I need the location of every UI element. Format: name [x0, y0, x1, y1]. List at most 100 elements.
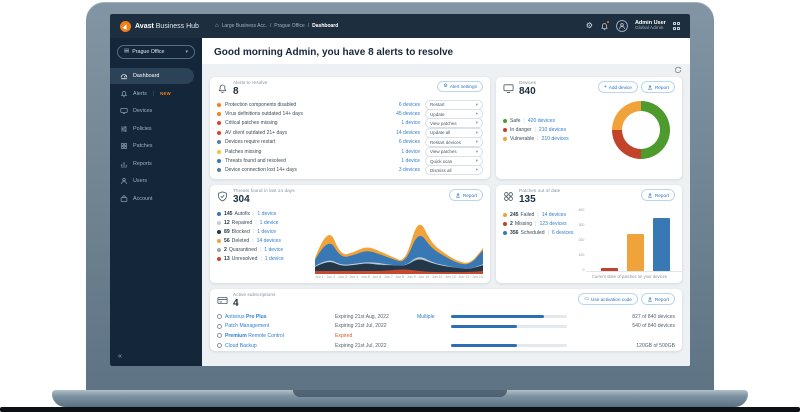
patches-legend: 245 Failed | 14 devices 2 Missing | 123 … [503, 208, 573, 279]
alerts-card: Alerts to resolve 8 ⚙ Alert settings Pro… [210, 77, 490, 179]
avatar[interactable] [615, 20, 628, 32]
alert-devices-link[interactable]: 1 device [370, 149, 420, 155]
alert-devices-link[interactable]: 14 devices [370, 130, 420, 136]
legend-device-link[interactable]: 1 device [265, 256, 284, 262]
legend-label: Missing [514, 220, 533, 227]
legend-separator: | [253, 210, 255, 217]
notifications-bell-icon[interactable] [600, 20, 611, 31]
legend-item: 2 Missing | 123 devices [503, 219, 573, 228]
apps-icon[interactable] [672, 22, 680, 30]
legend-device-link[interactable]: 14 devices [257, 238, 281, 244]
account-icon [120, 194, 128, 203]
subscription-name-link[interactable]: Premium Remote Control [217, 333, 335, 339]
download-icon [647, 192, 653, 198]
breadcrumb-item[interactable]: Large Business Acc. [222, 23, 267, 29]
legend-separator: | [260, 255, 262, 262]
users-icon [120, 177, 128, 185]
alert-label: Threats found and resolved [225, 158, 286, 165]
alert-devices-link[interactable]: 45 devices [370, 111, 420, 117]
chevron-down-icon: ▾ [475, 158, 478, 164]
shield-check-icon [217, 191, 228, 202]
sidebar-item-devices[interactable]: Devices [110, 103, 194, 119]
devices-report-button[interactable]: Report [640, 81, 675, 93]
subscription-name-link[interactable]: Cloud Backup [217, 343, 335, 349]
alert-devices-link[interactable]: 6 devices [370, 102, 420, 108]
user-menu[interactable]: Admin User Global Admin [635, 20, 666, 32]
add-device-button[interactable]: + Add device [597, 81, 638, 93]
x-tick-label: Jun 3 [337, 275, 347, 279]
alert-devices-link[interactable]: 1 device [370, 158, 420, 164]
subscription-name-link[interactable]: Patch Management [217, 323, 335, 329]
x-tick-label: Jun 1 [315, 275, 324, 279]
sidebar-item-dashboard[interactable]: Dashboard [110, 68, 194, 84]
y-tick-label: 200 [578, 238, 585, 242]
org-selector[interactable]: ▤ Prague Office ▾ [117, 45, 195, 59]
settings-gear-icon[interactable]: ⚙ [586, 22, 593, 30]
sidebar-item-policies[interactable]: Policies [110, 121, 194, 137]
legend-device-link[interactable]: 210 devices [542, 136, 569, 142]
legend-device-link[interactable]: 210 devices [539, 127, 566, 133]
alert-action-select[interactable]: View patches ▾ [425, 118, 483, 129]
alert-devices-link[interactable]: 6 devices [370, 139, 420, 145]
alert-action-select[interactable]: Dismiss all ▾ [425, 165, 483, 176]
alert-severity-icon [217, 112, 221, 117]
legend-device-link[interactable]: 1 device [257, 211, 276, 217]
alert-label: Patches missing [225, 148, 262, 155]
sidebar-item-account[interactable]: Account [110, 191, 194, 207]
legend-separator: | [252, 237, 254, 244]
page-title: Good morning Admin, you have 8 alerts to… [214, 47, 454, 58]
legend-device-link[interactable]: 6 devices [552, 230, 574, 236]
legend-value: 2 [224, 246, 227, 253]
topbar-actions: ⚙ Admin User Global Admin [586, 20, 680, 32]
subscription-name-link[interactable]: Antivirus Pro Plus [217, 314, 335, 320]
patches-report-button[interactable]: Report [640, 189, 675, 201]
subscription-icon [217, 314, 222, 320]
subscription-multiple-link[interactable]: Multiple [417, 314, 451, 320]
threats-report-button[interactable]: Report [448, 189, 483, 201]
alert-severity-icon [217, 140, 221, 145]
sidebar-item-users[interactable]: Users [110, 173, 194, 189]
building-icon: ▤ [124, 48, 130, 55]
home-icon[interactable]: ⌂ [215, 23, 219, 29]
legend-device-link[interactable]: 420 devices [528, 118, 555, 124]
alert-settings-button[interactable]: ⚙ Alert settings [437, 81, 483, 92]
x-axis-labels: Jun 1 Jun 2 Jun 3 Jun 4 Jun 5 Jun 6 Jun 7 Jun 8… [315, 275, 483, 279]
threats-card: Threats found in last 14 days 304 Report [210, 185, 490, 283]
card-title: Active subscriptions [233, 293, 276, 298]
legend-item: 12 Repaired | 1 device [217, 218, 311, 227]
bar-scheduled [653, 217, 671, 271]
legend-color-dot [503, 221, 507, 226]
app-window: Avast Business Hub ⌂ Large Business Acc.… [110, 14, 690, 366]
legend-color-dot [503, 128, 507, 132]
legend-device-link[interactable]: 1 device [264, 247, 283, 253]
patches-bar-chart: 400 300 200 100 0 Current state of patches o… [573, 208, 682, 279]
legend-separator: | [255, 219, 257, 226]
sidebar-item-patches[interactable]: Patches [110, 138, 194, 154]
legend-label: Repaired [231, 219, 253, 226]
devices-count: 840 [519, 86, 536, 97]
sidebar-item-reports[interactable]: Reports [110, 156, 194, 172]
subscription-expiry: Expiring 21st Jul, 2022 [335, 342, 387, 349]
sidebar-item-alerts[interactable]: Alerts | NEW [110, 86, 194, 102]
legend-label: Vulnerable [510, 136, 535, 142]
alert-action-select[interactable]: Restart devices ▾ [425, 137, 483, 148]
alert-devices-link[interactable]: 1 device [370, 120, 420, 126]
legend-label: Autofix [234, 210, 251, 217]
subscriptions-report-button[interactable]: Report [640, 293, 675, 305]
legend-separator: | [535, 220, 537, 227]
alert-devices-link[interactable]: 3 devices [370, 167, 420, 173]
chevron-down-icon: ▾ [475, 148, 478, 154]
use-activation-code-button[interactable]: ▭ Use activation code [578, 293, 638, 305]
legend-device-link[interactable]: 1 device [260, 220, 279, 226]
legend-device-link[interactable]: 1 device [257, 229, 276, 235]
legend-device-link[interactable]: 14 devices [542, 212, 566, 218]
y-tick-label: 0 [582, 268, 585, 272]
refresh-icon[interactable] [674, 66, 682, 76]
sidebar-collapse-icon[interactable]: « [110, 347, 202, 366]
alert-label: Virus definitions outdated 14+ days [225, 111, 303, 118]
breadcrumb-item[interactable]: Prague Office [274, 23, 304, 29]
legend-device-link[interactable]: 123 devices [539, 221, 566, 227]
credit-card-icon [217, 295, 228, 306]
legend-item: In danger | 210 devices [503, 126, 607, 135]
legend-color-dot [217, 238, 221, 243]
